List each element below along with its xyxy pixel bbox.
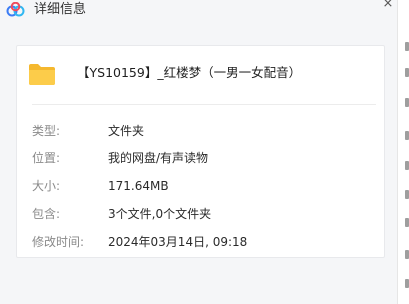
- detail-label: 位置:: [32, 151, 61, 165]
- detail-value: 2024年03月14日, 09:18: [108, 235, 248, 249]
- detail-value: 我的网盘/有声读物: [108, 151, 209, 165]
- detail-row-size: 大小: 171.64MB: [17, 177, 384, 195]
- folder-icon: [28, 62, 56, 86]
- file-name: 【YS10159】_红楼梦（一男一女配音）: [77, 65, 302, 80]
- detail-label: 大小:: [32, 179, 61, 193]
- edge-marker: [405, 68, 409, 77]
- detail-label: 修改时间:: [32, 235, 85, 249]
- cloud-logo-icon: [6, 1, 26, 18]
- detail-row-modified: 修改时间: 2024年03月14日, 09:18: [17, 233, 384, 251]
- detail-label: 包含:: [32, 207, 61, 221]
- close-icon: ×: [382, 0, 394, 11]
- detail-row-contains: 包含: 3个文件,0个文件夹: [17, 205, 384, 223]
- file-header: 【YS10159】_红楼梦（一男一女配音）: [17, 46, 384, 104]
- title-bar: 详细信息 ×: [0, 0, 397, 26]
- edge-marker: [405, 190, 409, 199]
- details-window: 详细信息 × 【YS10159】_红楼梦（一男一女配音） 类型: 文件夹 位置:…: [0, 0, 409, 304]
- edge-marker: [405, 98, 409, 107]
- window-title: 详细信息: [34, 2, 87, 17]
- close-button[interactable]: ×: [378, 0, 398, 12]
- detail-row-type: 类型: 文件夹: [17, 122, 384, 140]
- edge-marker: [405, 131, 409, 140]
- details-card: 【YS10159】_红楼梦（一男一女配音） 类型: 文件夹 位置: 我的网盘/有…: [16, 45, 385, 258]
- detail-value: 171.64MB: [108, 179, 169, 193]
- edge-marker: [405, 250, 409, 259]
- detail-value: 文件夹: [108, 124, 145, 138]
- edge-marker: [405, 42, 409, 51]
- edge-marker: [405, 218, 409, 227]
- detail-label: 类型:: [32, 124, 61, 138]
- detail-row-location: 位置: 我的网盘/有声读物: [17, 149, 384, 167]
- detail-value: 3个文件,0个文件夹: [108, 207, 212, 221]
- edge-marker: [405, 279, 409, 288]
- divider: [32, 104, 376, 105]
- edge-marker: [405, 161, 409, 170]
